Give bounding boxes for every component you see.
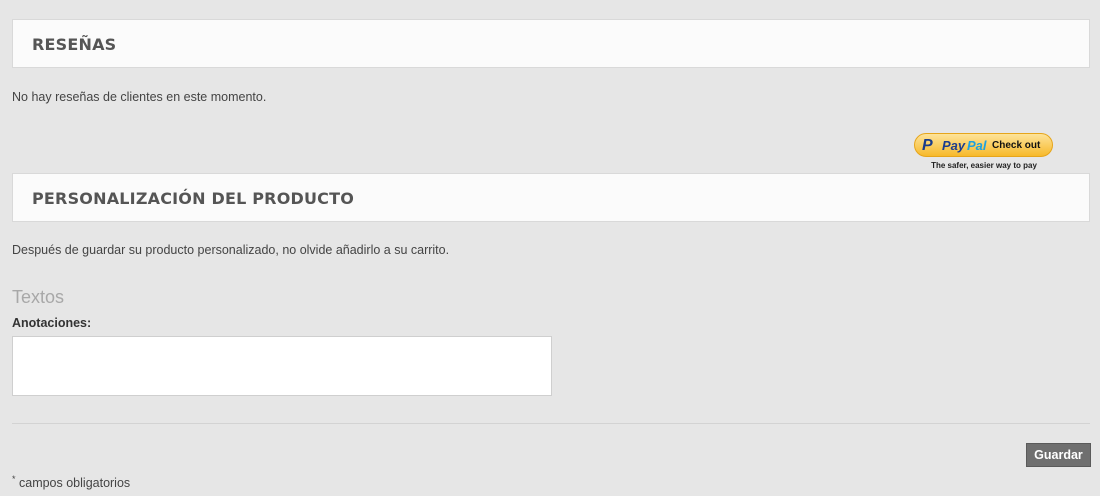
paypal-checkout-button[interactable]: P Pay Pal Check out The safer, easier wa… <box>914 133 1054 173</box>
customization-note: Después de guardar su producto personali… <box>12 243 450 257</box>
save-button[interactable]: Guardar <box>1026 443 1091 467</box>
paypal-brand-pal: Pal <box>967 138 987 153</box>
paypal-button-pill[interactable]: P Pay Pal Check out <box>914 133 1053 157</box>
form-divider <box>12 423 1090 424</box>
reviews-title: RESEÑAS <box>32 35 117 54</box>
customization-title: PERSONALIZACIÓN DEL PRODUCTO <box>32 189 355 208</box>
annotations-label: Anotaciones: <box>12 316 92 330</box>
reviews-empty-message: No hay reseñas de clientes en este momen… <box>12 90 267 104</box>
texts-subheading: Textos <box>12 287 65 307</box>
paypal-p-icon: P <box>922 137 933 154</box>
paypal-checkout-label: Check out <box>992 140 1041 151</box>
required-fields-text: campos obligatorios <box>15 476 131 491</box>
paypal-brand-pay: Pay <box>942 138 966 153</box>
paypal-tagline: The safer, easier way to pay <box>931 161 1037 170</box>
reviews-section-header: RESEÑAS <box>12 19 1090 68</box>
customization-section-header: PERSONALIZACIÓN DEL PRODUCTO <box>12 173 1090 222</box>
required-fields-note: * campos obligatorios <box>12 474 130 490</box>
annotations-field[interactable] <box>12 336 552 396</box>
